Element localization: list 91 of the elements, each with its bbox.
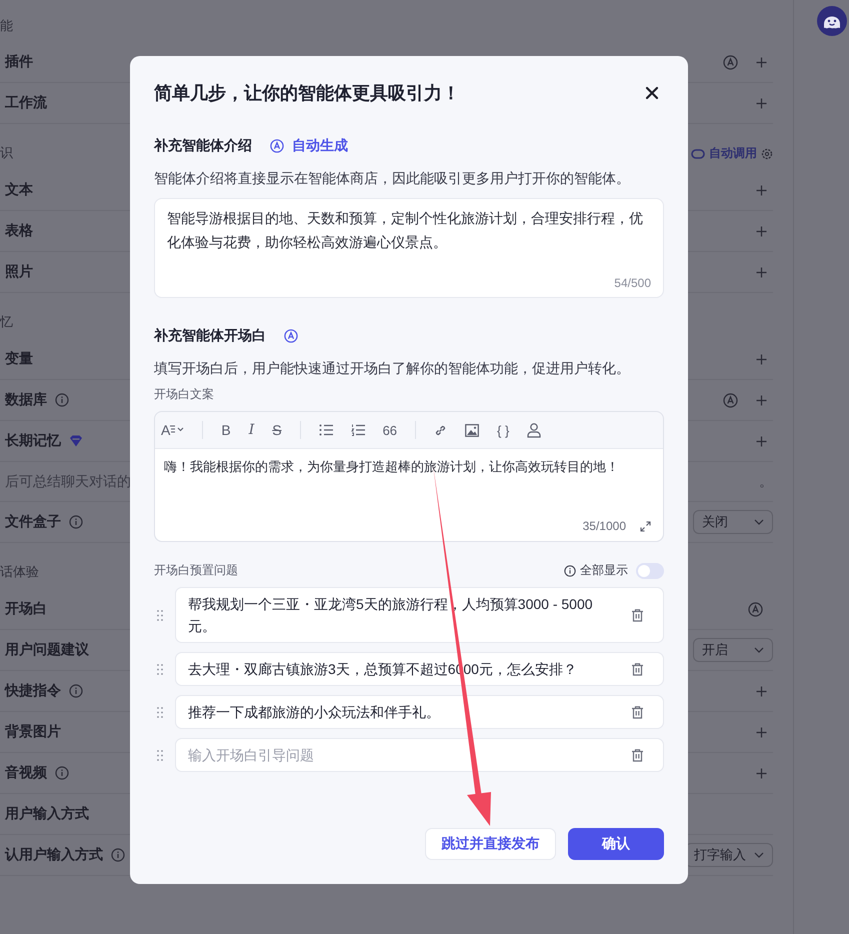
- field-label: 开场白文案: [154, 386, 215, 403]
- feature-label: 背景图片: [5, 723, 61, 741]
- feature-label: 快捷指令: [5, 682, 61, 700]
- add-icon[interactable]: [756, 686, 767, 696]
- question-text: 帮我规划一个三亚・亚龙湾5天的旅游行程，人均预算3000 - 5000元。: [188, 595, 594, 636]
- feature-label: 插件: [5, 53, 33, 71]
- person-icon[interactable]: [527, 422, 542, 438]
- feature-label: 数据库: [5, 391, 47, 409]
- toggle-switch[interactable]: [636, 562, 664, 578]
- character-counter: 54/500: [614, 276, 651, 290]
- section-title: 识: [0, 144, 13, 162]
- ai-icon[interactable]: [723, 392, 738, 408]
- info-icon: [564, 564, 576, 576]
- drag-handle-icon[interactable]: [157, 706, 163, 718]
- section-title: 能: [0, 17, 13, 35]
- add-icon[interactable]: [756, 226, 767, 236]
- feature-label: 用户输入方式: [5, 805, 89, 823]
- ai-icon[interactable]: [748, 602, 763, 616]
- add-icon[interactable]: [756, 768, 767, 778]
- feature-label: 变量: [5, 350, 33, 368]
- feature-label: 照片: [5, 263, 33, 281]
- avatar-icon[interactable]: [817, 6, 847, 36]
- image-icon[interactable]: [465, 424, 480, 436]
- feature-label: 文本: [5, 181, 33, 199]
- feature-label: 开场白: [5, 600, 47, 618]
- delete-icon[interactable]: [632, 662, 643, 676]
- question-placeholder: 输入开场白引导问题: [188, 746, 315, 765]
- dropdown-select[interactable]: 关闭: [693, 510, 773, 534]
- bullet-list-icon[interactable]: [318, 424, 333, 436]
- dialog-title: 简单几步，让你的智能体更具吸引力！: [154, 82, 460, 105]
- close-icon[interactable]: [645, 86, 659, 100]
- chevron-down-icon: [754, 852, 764, 858]
- question-input[interactable]: 帮我规划一个三亚・亚龙湾5天的旅游行程，人均预算3000 - 5000元。: [175, 587, 664, 643]
- text-format-dropdown[interactable]: A: [161, 422, 184, 438]
- toggle-label: 全部显示: [580, 562, 628, 579]
- numbered-list-icon[interactable]: [350, 424, 365, 436]
- expand-icon[interactable]: [640, 520, 651, 532]
- toggle-icon: [691, 148, 705, 158]
- section-title: 话体验: [0, 563, 39, 581]
- section-heading: 补充智能体开场白: [154, 327, 266, 345]
- question-text: 推荐一下成都旅游的小众玩法和伴手礼。: [188, 703, 441, 722]
- add-icon[interactable]: [756, 726, 767, 738]
- link-icon[interactable]: [434, 424, 448, 436]
- code-block-button[interactable]: { }: [497, 422, 510, 438]
- bold-button[interactable]: B: [221, 422, 231, 438]
- intro-textarea[interactable]: 智能导游根据目的地、天数和预算，定制个性化旅游计划，合理安排行程，优化体验与花费，助你轻松高效游遍心仪景点。 54/500: [154, 198, 664, 298]
- field-label: 开场白预置问题: [154, 562, 238, 579]
- drag-handle-icon[interactable]: [157, 664, 163, 674]
- editor-text: 嗨！我能根据你的需求，为你量身打造超棒的旅游计划，让你高效玩转目的地！: [164, 458, 620, 476]
- skip-button[interactable]: 跳过并直接发布: [425, 828, 556, 860]
- confirm-button[interactable]: 确认: [568, 828, 664, 860]
- delete-icon[interactable]: [632, 706, 643, 718]
- add-icon[interactable]: [756, 56, 767, 68]
- feature-label: 表格: [5, 222, 33, 240]
- feature-note: 后可总结聊天对话的: [5, 472, 131, 490]
- question-input[interactable]: 推荐一下成都旅游的小众玩法和伴手礼。: [175, 695, 664, 729]
- drag-handle-icon[interactable]: [157, 750, 163, 760]
- strikethrough-button[interactable]: S: [272, 422, 282, 438]
- feature-label: 认用户输入方式: [5, 846, 103, 864]
- ai-icon[interactable]: [723, 54, 738, 70]
- add-icon[interactable]: [756, 98, 767, 108]
- auto-call-label: 自动调用: [709, 145, 757, 162]
- character-counter: 35/1000: [582, 519, 626, 533]
- delete-icon[interactable]: [632, 608, 643, 622]
- feature-label: 长期记忆: [5, 432, 61, 450]
- settings-icon[interactable]: [761, 148, 773, 160]
- add-icon[interactable]: [756, 266, 767, 278]
- section-description: 智能体介绍将直接显示在智能体商店，因此能吸引更多用户打开你的智能体。: [154, 169, 631, 188]
- quote-button[interactable]: 66: [382, 422, 398, 438]
- add-icon[interactable]: [756, 436, 767, 446]
- section-description: 填写开场白后，用户能快速通过开场白了解你的智能体功能，促进用户转化。: [154, 359, 631, 378]
- chevron-down-icon: [754, 519, 764, 525]
- dropdown-select[interactable]: 开启: [693, 638, 773, 662]
- section-heading: 补充智能体介绍: [154, 137, 252, 155]
- ai-icon[interactable]: [284, 329, 298, 343]
- drag-handle-icon[interactable]: [157, 610, 163, 620]
- feature-label: 音视频: [5, 764, 47, 782]
- textarea-value: 智能导游根据目的地、天数和预算，定制个性化旅游计划，合理安排行程，优化体验与花费，助你轻松高效游遍心仪景点。: [167, 209, 644, 252]
- ai-icon: [270, 139, 284, 153]
- add-icon[interactable]: [756, 354, 767, 364]
- auto-generate-link[interactable]: 自动生成: [270, 137, 348, 155]
- add-icon[interactable]: [756, 394, 767, 406]
- italic-button[interactable]: I: [248, 422, 254, 438]
- add-icon[interactable]: [756, 184, 767, 196]
- delete-icon[interactable]: [632, 748, 643, 762]
- chevron-down-icon: [754, 647, 764, 653]
- rich-text-editor[interactable]: A B I S 66 { } 嗨！我能根据你的需求，为你量身打造超棒的旅游计划，让你高效玩转目的地！ 35/1000: [154, 411, 664, 542]
- feature-note: 。: [759, 472, 773, 490]
- feature-label: 用户问题建议: [5, 641, 89, 659]
- feature-label: 文件盒子: [5, 513, 61, 531]
- feature-label: 工作流: [5, 94, 47, 112]
